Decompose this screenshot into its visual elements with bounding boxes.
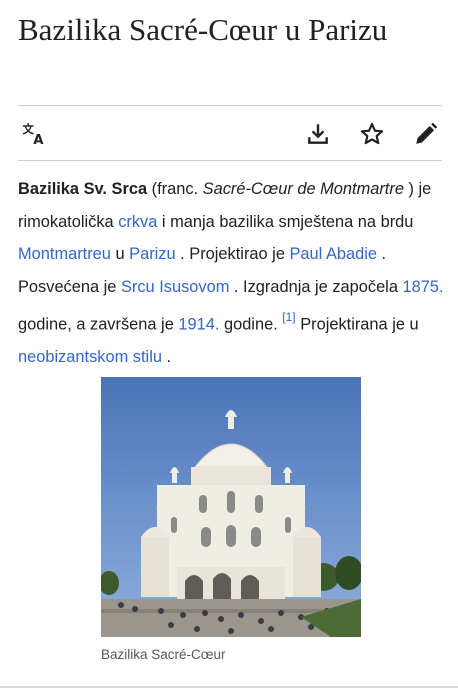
basilica-photo bbox=[101, 377, 361, 637]
link-1914[interactable]: 1914. bbox=[178, 316, 219, 334]
text: u bbox=[110, 245, 130, 264]
text: . bbox=[161, 348, 172, 367]
language-button[interactable]: 文 A bbox=[20, 119, 50, 149]
text: . Projektirao je bbox=[175, 245, 290, 264]
link-parizu[interactable]: Parizu bbox=[129, 245, 175, 263]
article-subject: Bazilika Sv. Srca bbox=[18, 180, 148, 198]
link-montmartre[interactable]: Montmartreu bbox=[18, 245, 111, 263]
basilica-image[interactable] bbox=[101, 377, 361, 637]
page-title: Bazilika Sacré-Cœur u Parizu bbox=[18, 12, 388, 47]
edit-button[interactable] bbox=[411, 119, 441, 149]
link-1875[interactable]: 1875. bbox=[403, 278, 444, 296]
text: godine, a završena je bbox=[18, 315, 179, 334]
text: Projektirana je u bbox=[295, 315, 419, 334]
svg-text:A: A bbox=[33, 133, 43, 147]
download-button[interactable] bbox=[303, 119, 333, 149]
text: (franc. bbox=[147, 180, 203, 198]
text: godine. bbox=[219, 315, 283, 334]
text: . Izgradnja je započela bbox=[229, 277, 403, 296]
watch-star-button[interactable] bbox=[357, 119, 387, 149]
image-caption: Bazilika Sacré-Cœur bbox=[101, 647, 226, 662]
link-srcu-isusovom[interactable]: Srcu Isusovom bbox=[121, 278, 229, 296]
title-divider bbox=[18, 105, 442, 106]
page-bottom-edge bbox=[0, 686, 458, 688]
french-name: Sacré-Cœur de Montmartre bbox=[202, 180, 404, 198]
page-actions-toolbar: 文 A bbox=[18, 110, 442, 158]
download-icon bbox=[308, 124, 328, 144]
toolbar-divider bbox=[18, 160, 442, 161]
link-crkva[interactable]: crkva bbox=[118, 213, 157, 231]
link-paul-abadie[interactable]: Paul Abadie bbox=[290, 245, 378, 263]
text: i manja bazilika smještena na brdu bbox=[157, 212, 414, 231]
star-icon bbox=[360, 122, 384, 145]
link-neobizantski-stil[interactable]: neobizantskom stilu bbox=[18, 348, 162, 366]
article-lead-paragraph: Bazilika Sv. Srca (franc. Sacré-Cœur de … bbox=[18, 173, 446, 374]
reference-link[interactable]: [1] bbox=[282, 310, 295, 324]
pencil-icon bbox=[416, 122, 438, 144]
translate-icon: 文 A bbox=[23, 122, 44, 147]
